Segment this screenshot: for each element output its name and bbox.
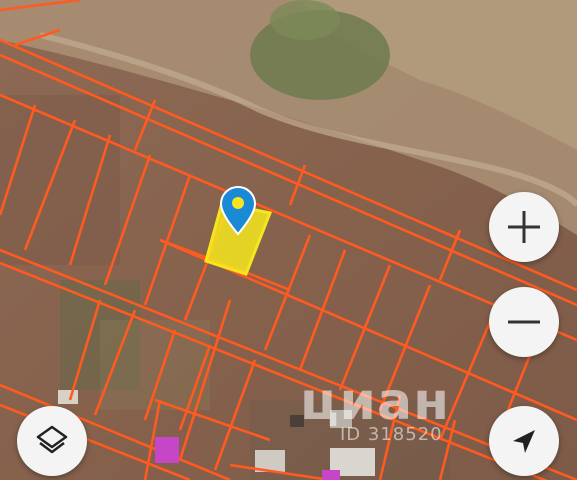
watermark-brand: циан <box>300 372 450 432</box>
minus-icon <box>508 320 540 324</box>
layers-button[interactable] <box>17 406 87 476</box>
plus-icon <box>508 211 540 243</box>
purple-parcel-marker <box>155 437 179 463</box>
navigation-arrow-icon <box>513 430 535 453</box>
purple-parcel-marker <box>322 470 340 480</box>
watermark: циан ID 318520 <box>300 372 450 445</box>
zoom-in-button[interactable] <box>489 192 559 262</box>
watermark-code: ID 318520 <box>340 424 443 445</box>
zoom-out-button[interactable] <box>489 287 559 357</box>
map-view[interactable] <box>0 0 577 480</box>
building <box>58 390 78 404</box>
layers-icon <box>36 425 68 454</box>
locate-button[interactable] <box>489 406 559 476</box>
